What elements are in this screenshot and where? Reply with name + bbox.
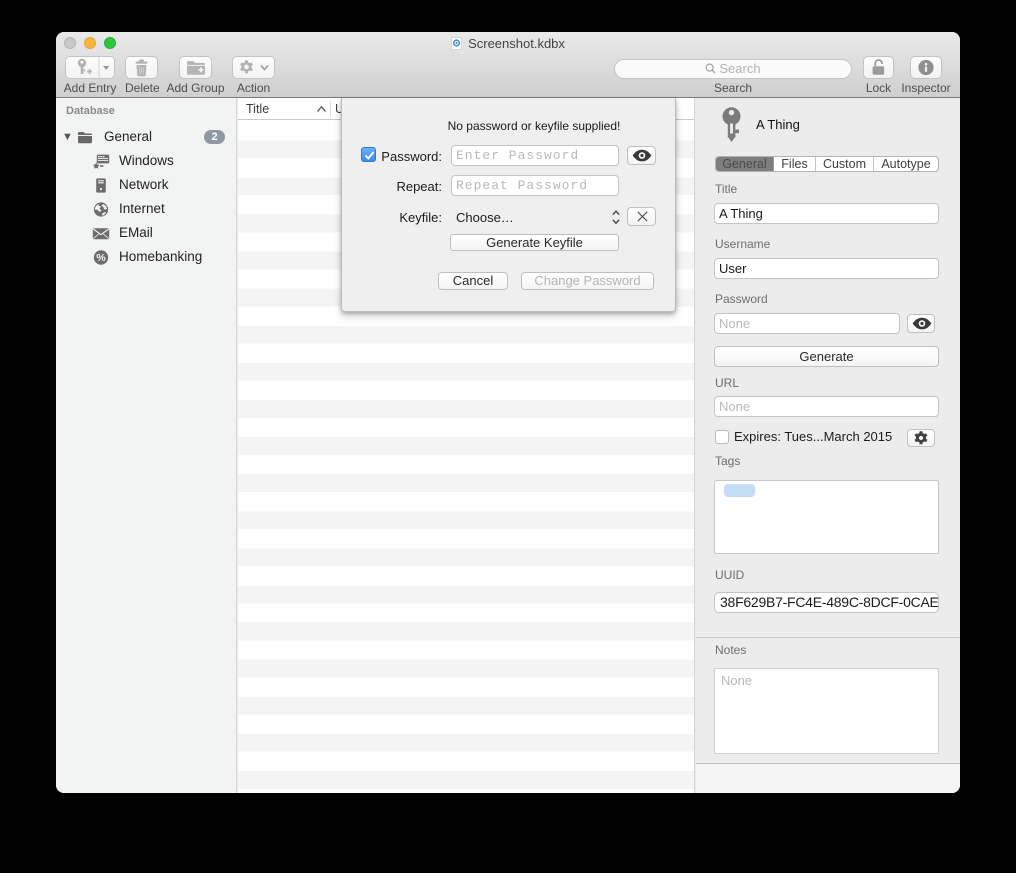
svg-text:%: % [96,252,106,264]
